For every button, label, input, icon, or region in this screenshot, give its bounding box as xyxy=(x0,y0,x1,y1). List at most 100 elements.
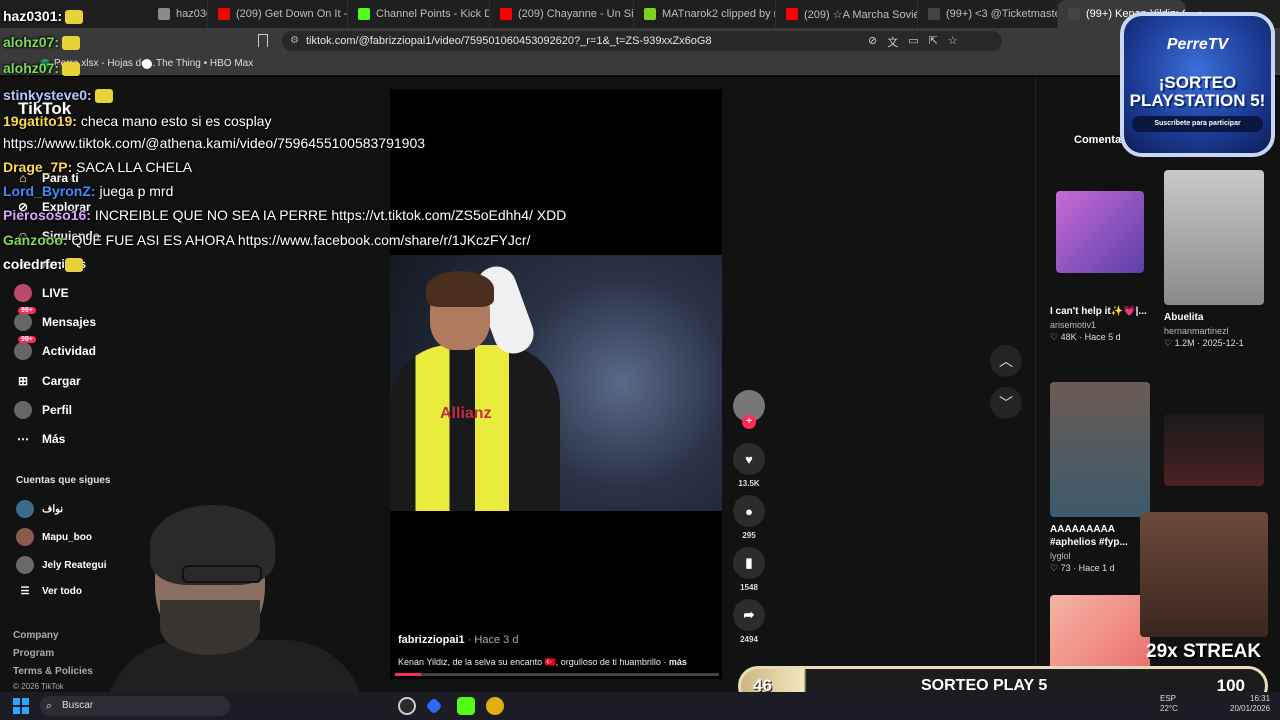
video-player[interactable]: Allianz fabrizziopai1 · Hace 3 d Kenan Y… xyxy=(390,89,722,679)
video-frame[interactable]: Allianz xyxy=(390,255,722,511)
chat-emote-icon xyxy=(65,258,84,273)
sidebar-item-profile[interactable]: Perfil xyxy=(14,401,72,419)
taskbar-clock[interactable]: 16:31 20/01/2026 xyxy=(1230,694,1270,714)
recommended-card[interactable]: AAAAAAAAA #aphelios #fyp... lyglol ♡ 73 … xyxy=(1050,382,1150,574)
creator-avatar[interactable]: + xyxy=(732,390,766,429)
avatar: + xyxy=(733,390,765,429)
following-item[interactable]: Mapu_boo xyxy=(16,528,92,546)
save-button[interactable]: ▮ 1548 xyxy=(732,547,766,592)
site-info-icon[interactable]: ⚙ xyxy=(290,31,299,51)
recommended-card[interactable] xyxy=(1164,414,1264,486)
chat-message: Ganzooo: QUE FUE ASI ES AHORA https://ww… xyxy=(3,232,530,248)
like-button[interactable]: ♥ 13.5K xyxy=(732,443,766,488)
chat-message: Lord_ByronZ: juega p mrd xyxy=(3,183,173,199)
video-progress[interactable] xyxy=(395,673,719,676)
chat-username[interactable]: Lord_ByronZ: xyxy=(3,183,96,199)
live-icon xyxy=(14,284,32,302)
chat-username[interactable]: stinkysteve0: xyxy=(3,87,92,103)
sidebar-item-messages[interactable]: 99+ Mensajes xyxy=(14,307,96,331)
messages-icon: 99+ xyxy=(14,307,36,331)
streamer-beard xyxy=(160,600,260,655)
sidebar-item-live[interactable]: LIVE xyxy=(14,284,69,302)
taskbar-search[interactable]: ⌕ Buscar xyxy=(40,696,230,716)
kick-icon[interactable] xyxy=(457,697,475,715)
address-bar-row: ⚙ tiktok.com/@fabrizziopai1/video/759501… xyxy=(0,28,1280,54)
app-icon[interactable] xyxy=(486,697,504,715)
following-title: Cuentas que sigues xyxy=(16,475,111,486)
chat-emote-icon xyxy=(94,89,113,104)
browser-tab[interactable]: (209) Get Down On It - You xyxy=(208,0,348,28)
chat-message: stinkysteve0: xyxy=(3,87,113,104)
tab-favicon-icon xyxy=(1068,8,1080,20)
see-all-link[interactable]: ☰ Ver todo xyxy=(16,586,83,597)
chat-text: https://www.tiktok.com/@athena.kami/vide… xyxy=(3,135,426,151)
chat-message: https://www.tiktok.com/@athena.kami/vide… xyxy=(3,135,425,151)
footer-company[interactable]: Company xyxy=(13,630,59,641)
sidebar-item-upload[interactable]: ⊞ Cargar xyxy=(14,372,81,390)
bookmark-icon[interactable] xyxy=(258,34,268,47)
browser-tab[interactable]: MATnarok2 clipped by nag_TV xyxy=(634,0,776,28)
video-thumbnail xyxy=(1056,191,1144,273)
notification-badge: 99+ xyxy=(18,336,36,343)
giveaway-title: ¡SORTEO PLAYSTATION 5! xyxy=(1129,73,1266,110)
browser-tab[interactable]: haz0301 · xyxy=(148,0,208,28)
browser-tab[interactable]: (99+) <3 @Ticketmaster Perú xyxy=(918,0,1058,28)
video-description: Kenan Yildiz, de la selva su encanto 🇹🇷,… xyxy=(398,657,687,667)
following-item[interactable]: Jely Reategui xyxy=(16,556,106,574)
video-thumbnail xyxy=(1164,414,1264,486)
following-item[interactable]: نواف xyxy=(16,500,63,518)
bookmark-hbo[interactable]: The Thing • HBO Max xyxy=(142,58,253,69)
share-button[interactable]: ➦ 2494 xyxy=(732,599,766,644)
system-tray[interactable]: ESP 22°C xyxy=(1160,694,1178,714)
obs-icon[interactable] xyxy=(398,697,416,715)
share-icon[interactable]: ⇱ xyxy=(929,34,938,50)
chat-message: alohz07: xyxy=(3,34,81,51)
translate-icon[interactable]: 文 xyxy=(887,34,898,50)
bookmark-icon: ▮ xyxy=(733,547,765,579)
star-icon[interactable]: ☆ xyxy=(948,34,958,50)
tab-favicon-icon xyxy=(358,8,370,20)
chat-username[interactable]: Ganzooo: xyxy=(3,232,68,248)
more-link[interactable]: más xyxy=(669,657,687,667)
comment-button[interactable]: ● 295 xyxy=(732,495,766,540)
footer-terms[interactable]: Terms & Policies xyxy=(13,666,93,677)
recommended-card[interactable]: I can't help it✨💗|... arisemotiv1 ♡ 48K … xyxy=(1050,191,1150,343)
streak-counter: 29x STREAK xyxy=(1146,641,1262,662)
footer-program[interactable]: Program xyxy=(13,648,54,659)
recommended-card[interactable]: Abuelita hernanmartinezl ♡ 1.2M · 2025-1… xyxy=(1164,170,1264,349)
cast-icon[interactable]: ▭ xyxy=(908,34,918,50)
chat-username[interactable]: alohz07: xyxy=(3,60,59,76)
previous-video-button[interactable]: ︿ xyxy=(990,345,1022,377)
chat-message: coledrfe: xyxy=(3,256,84,273)
windows-start-icon[interactable] xyxy=(13,698,29,714)
reaction-overlay xyxy=(1140,512,1268,637)
browser-tab[interactable]: (209) ☆A Marcha Soviética [S xyxy=(776,0,918,28)
chat-text: juega p mrd xyxy=(99,183,174,199)
chat-emote-icon xyxy=(62,36,81,51)
next-video-button[interactable]: ﹀ xyxy=(990,387,1022,419)
activity-icon: 99+ xyxy=(14,336,36,360)
tab-favicon-icon xyxy=(644,8,656,20)
tab-favicon-icon xyxy=(928,8,940,20)
avatar xyxy=(16,500,34,518)
follow-plus-icon[interactable]: + xyxy=(742,415,756,429)
sidebar-item-more[interactable]: ⋯ Más xyxy=(14,430,65,448)
chat-message: Drage_7P: SACA LLA CHELA xyxy=(3,159,192,175)
chat-username[interactable]: haz0301: xyxy=(3,8,62,24)
chat-username[interactable]: coledrfe: xyxy=(3,256,62,272)
video-author[interactable]: fabrizziopai1 · Hace 3 d xyxy=(398,634,518,646)
browser-tab[interactable]: Channel Points - Kick Dashboa xyxy=(348,0,490,28)
browser-tab[interactable]: (209) Chayanne - Un Siglo Sin xyxy=(490,0,634,28)
sidebar-item-activity[interactable]: 99+ Actividad xyxy=(14,336,96,360)
video-thumbnail xyxy=(1050,382,1150,517)
app-icon[interactable] xyxy=(425,697,443,715)
chat-username[interactable]: 19gatito19: xyxy=(3,113,77,129)
chat-username[interactable]: Drage_7P: xyxy=(3,159,72,175)
chat-username[interactable]: Pierososo16: xyxy=(3,207,91,223)
chat-username[interactable]: alohz07: xyxy=(3,34,59,50)
player-hair xyxy=(426,271,494,307)
avatar xyxy=(16,528,34,546)
reader-icon[interactable]: ⊘ xyxy=(868,34,877,50)
chat-text: INCREIBLE QUE NO SEA IA PERRE https://vt… xyxy=(94,207,567,223)
share-arrow-icon: ➦ xyxy=(733,599,765,631)
